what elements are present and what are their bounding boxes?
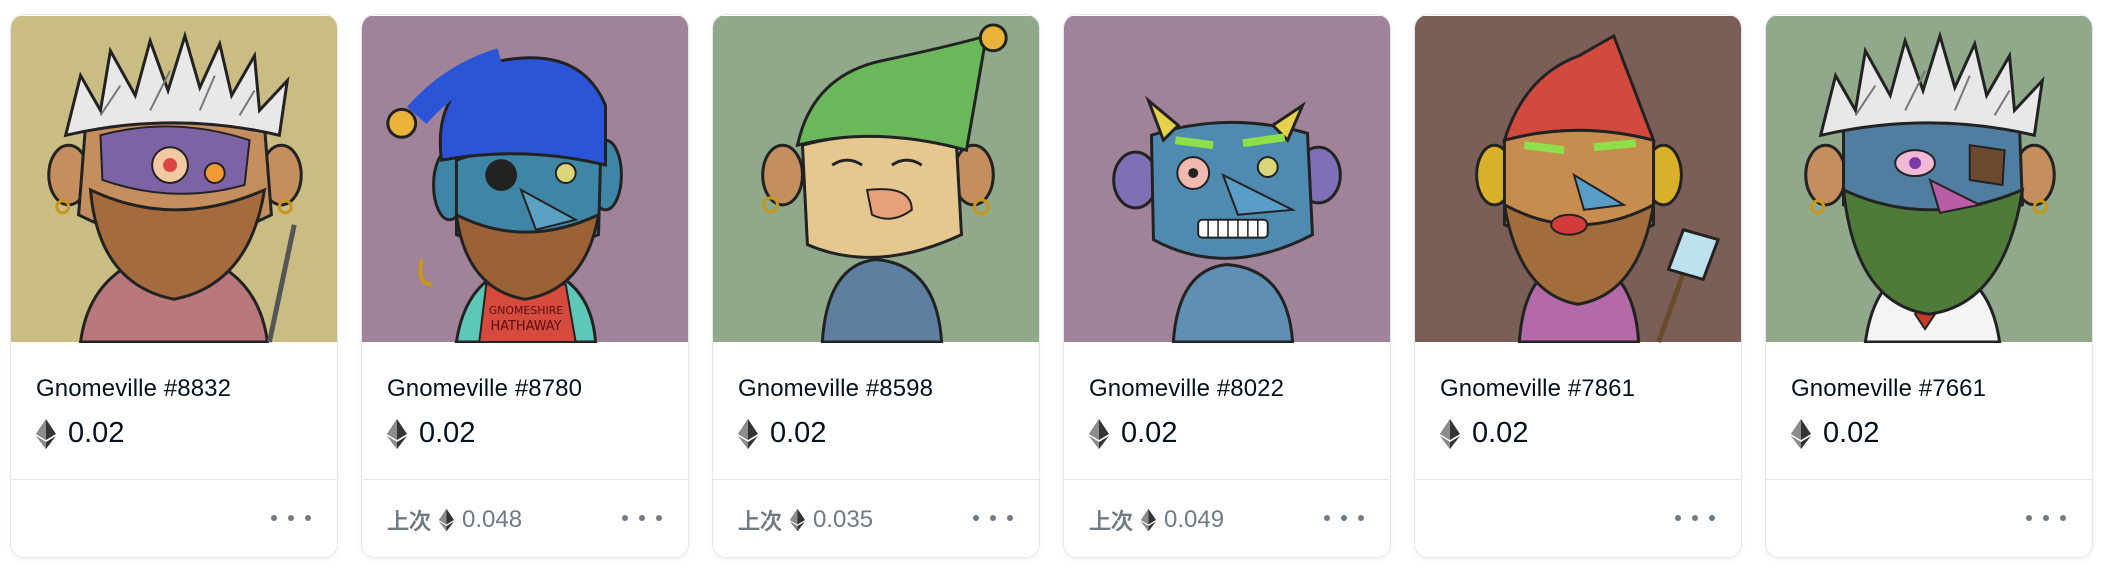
nft-price: 0.02 (1089, 417, 1177, 450)
last-sale: 上次 0.049 (1089, 504, 1224, 536)
nft-price-value: 0.02 (419, 417, 476, 449)
ethereum-icon (1141, 508, 1157, 532)
more-options-button[interactable] (271, 506, 311, 530)
svg-text:HATHAWAY: HATHAWAY (490, 319, 561, 334)
nft-price: 0.02 (387, 417, 475, 450)
last-sale-price: 0.049 (1164, 506, 1225, 533)
nft-price-value: 0.02 (770, 417, 827, 449)
last-sale-price: 0.048 (462, 506, 523, 533)
nft-card[interactable]: Gnomeville #7861 0.02 (1414, 14, 1742, 558)
nft-card-footer: 上次 0.035 (713, 479, 1039, 557)
nft-card[interactable]: Gnomeville #8022 0.02 上次 0.049 (1063, 14, 1391, 558)
nft-image[interactable] (1415, 15, 1741, 343)
nft-card-footer: 上次 0.048 (362, 479, 688, 557)
nft-name[interactable]: Gnomeville #8780 (387, 375, 582, 403)
nft-card-footer (1766, 479, 2092, 557)
nft-image[interactable] (713, 15, 1039, 343)
nft-image[interactable] (1766, 15, 2092, 343)
more-options-icon (622, 515, 628, 521)
nft-card[interactable]: Gnomeville #8832 0.02 (10, 14, 338, 558)
last-sale-label: 上次 (738, 510, 783, 535)
more-options-button[interactable] (973, 506, 1013, 530)
nft-price: 0.02 (1440, 417, 1528, 450)
last-sale-label: 上次 (1089, 510, 1134, 535)
nft-image[interactable] (11, 15, 337, 343)
nft-image[interactable]: GNOMESHIRE HATHAWAY (362, 15, 688, 343)
nft-price-value: 0.02 (1121, 417, 1178, 449)
nft-info: Gnomeville #8832 0.02 (11, 343, 337, 481)
ethereum-icon (738, 418, 758, 449)
more-options-icon (2026, 515, 2032, 521)
last-sale: 上次 0.048 (387, 504, 522, 536)
nft-image[interactable] (1064, 15, 1390, 343)
nft-info: Gnomeville #7861 0.02 (1415, 343, 1741, 481)
nft-price: 0.02 (738, 417, 826, 450)
more-options-icon (1675, 515, 1681, 521)
more-options-button[interactable] (2026, 506, 2066, 530)
more-options-icon (973, 515, 979, 521)
last-sale-label: 上次 (387, 510, 432, 535)
more-options-button[interactable] (622, 506, 662, 530)
nft-info: Gnomeville #8598 0.02 (713, 343, 1039, 481)
more-options-button[interactable] (1675, 506, 1715, 530)
more-options-icon (271, 515, 277, 521)
more-options-icon (1324, 515, 1330, 521)
nft-name[interactable]: Gnomeville #7861 (1440, 375, 1635, 403)
nft-card[interactable]: GNOMESHIRE HATHAWAY Gnomeville #8780 0.0… (361, 14, 689, 558)
nft-price: 0.02 (1791, 417, 1879, 450)
ethereum-icon (36, 418, 56, 449)
nft-name[interactable]: Gnomeville #7661 (1791, 375, 1986, 403)
ethereum-icon (1791, 418, 1811, 449)
nft-card-footer: 上次 0.049 (1064, 479, 1390, 557)
svg-text:GNOMESHIRE: GNOMESHIRE (489, 304, 564, 317)
nft-name[interactable]: Gnomeville #8598 (738, 375, 933, 403)
nft-price-value: 0.02 (1823, 417, 1880, 449)
last-sale: 上次 0.035 (738, 504, 873, 536)
nft-card-footer (11, 479, 337, 557)
nft-info: Gnomeville #7661 0.02 (1766, 343, 2092, 481)
ethereum-icon (387, 418, 407, 449)
nft-card[interactable]: Gnomeville #8598 0.02 上次 0.035 (712, 14, 1040, 558)
nft-card[interactable]: Gnomeville #7661 0.02 (1765, 14, 2093, 558)
nft-card-grid: Gnomeville #8832 0.02 GNOMESHIRE HATHAWA… (0, 0, 2104, 574)
ethereum-icon (1089, 418, 1109, 449)
nft-price-value: 0.02 (1472, 417, 1529, 449)
nft-name[interactable]: Gnomeville #8832 (36, 375, 231, 403)
ethereum-icon (1440, 418, 1460, 449)
last-sale-price: 0.035 (813, 506, 874, 533)
nft-price: 0.02 (36, 417, 124, 450)
ethereum-icon (439, 508, 455, 532)
nft-name[interactable]: Gnomeville #8022 (1089, 375, 1284, 403)
nft-info: Gnomeville #8780 0.02 (362, 343, 688, 481)
more-options-button[interactable] (1324, 506, 1364, 530)
nft-price-value: 0.02 (68, 417, 125, 449)
ethereum-icon (790, 508, 806, 532)
nft-info: Gnomeville #8022 0.02 (1064, 343, 1390, 481)
nft-card-footer (1415, 479, 1741, 557)
